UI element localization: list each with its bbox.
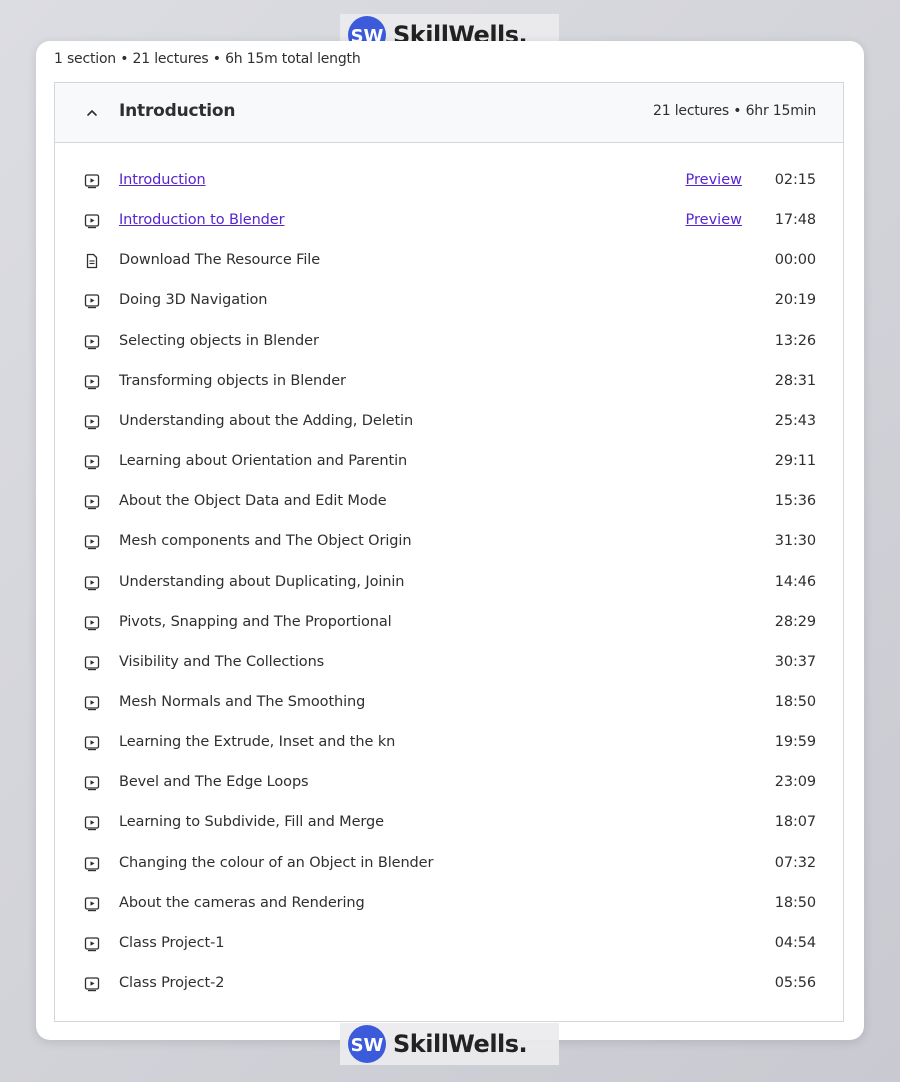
video-play-icon [84,575,100,591]
lecture-row: About the cameras and Rendering 18:50 [55,884,843,924]
lecture-row: Mesh components and The Object Origin 31:… [55,522,843,562]
section-header[interactable]: Introduction 21 lectures • 6hr 15min [55,83,843,143]
course-summary: 1 section • 21 lectures • 6h 15m total l… [54,51,361,67]
lecture-duration: 28:31 [774,372,816,389]
skillwells-logo: SW [348,1025,386,1063]
video-play-icon [84,213,100,229]
chevron-up-icon[interactable] [84,105,100,121]
lecture-duration: 14:46 [774,573,816,590]
lecture-title[interactable]: Introduction to Blender [119,212,285,228]
lecture-title: Download The Resource File [119,252,321,269]
lecture-row[interactable]: Introduction to Blender Preview 17:48 [55,201,843,241]
lecture-title: Selecting objects in Blender [119,332,319,349]
lecture-title: Class Project-2 [119,975,225,991]
lecture-duration: 18:50 [774,894,816,911]
video-play-icon [84,173,100,189]
lecture-title: Mesh components and The Object Origin [119,533,412,550]
lecture-duration: 18:07 [774,814,816,831]
lecture-title: Understanding about Duplicating, Joinin [119,573,405,590]
lecture-title: About the cameras and Rendering [119,894,365,911]
video-play-icon [84,735,100,751]
lecture-row: Understanding about the Adding, Deletin 2… [55,402,843,442]
lecture-duration: 07:32 [774,854,816,871]
video-play-icon [84,414,100,430]
lecture-duration: 19:59 [774,734,816,751]
video-play-icon [84,976,100,992]
lecture-duration: 00:00 [774,252,816,269]
lecture-row: Changing the colour of an Object in Blen… [55,844,843,884]
lecture-title: Mesh Normals and The Smoothing [119,693,366,710]
video-play-icon [84,655,100,671]
lecture-duration: 23:09 [774,774,816,791]
lecture-title: Visibility and The Collections [119,653,325,670]
section-meta: 21 lectures • 6hr 15min [653,103,816,119]
lecture-duration: 31:30 [774,533,816,550]
lecture-title: Changing the colour of an Object in Blen… [119,854,434,871]
lecture-title: About the Object Data and Edit Mode [119,493,387,510]
lecture-title: Learning the Extrude, Inset and the kn [119,734,396,751]
video-play-icon [84,856,100,872]
lecture-duration: 30:37 [774,653,816,670]
video-play-icon [84,896,100,912]
video-play-icon [84,494,100,510]
lecture-duration: 15:36 [774,493,816,510]
video-play-icon [84,936,100,952]
watermark-bottom: SW SkillWells. [340,1023,559,1065]
video-play-icon [84,374,100,390]
lecture-row: Doing 3D Navigation 20:19 [55,281,843,321]
file-icon [84,253,100,269]
lecture-title: Bevel and The Edge Loops [119,774,309,791]
video-play-icon [84,695,100,711]
lecture-row: Learning to Subdivide, Fill and Merge 18:… [55,803,843,843]
watermark-text: SkillWells. [393,1030,528,1058]
lecture-title: Learning about Orientation and Parentin [119,453,408,470]
lecture-duration: 04:54 [774,934,816,951]
lecture-title: Learning to Subdivide, Fill and Merge [119,814,384,831]
course-content-card: 1 section • 21 lectures • 6h 15m total l… [36,41,864,1040]
lecture-row: Understanding about Duplicating, Joinin 1… [55,563,843,603]
lecture-duration: 25:43 [774,412,816,429]
lecture-duration: 20:19 [774,292,816,309]
lecture-row: Transforming objects in Blender 28:31 [55,362,843,402]
lecture-row: Bevel and The Edge Loops 23:09 [55,763,843,803]
lecture-row: Mesh Normals and The Smoothing 18:50 [55,683,843,723]
lecture-row: About the Object Data and Edit Mode 15:36 [55,482,843,522]
video-play-icon [84,615,100,631]
lecture-title[interactable]: Introduction [119,172,206,188]
lecture-duration: 29:11 [774,453,816,470]
lecture-row: Learning the Extrude, Inset and the kn 19… [55,723,843,763]
lecture-title: Pivots, Snapping and The Proportional [119,613,392,630]
video-play-icon [84,534,100,550]
lecture-row: Learning about Orientation and Parentin 2… [55,442,843,482]
lecture-row: Class Project-2 05:56 [55,964,843,1004]
lecture-row: Pivots, Snapping and The Proportional 28:… [55,603,843,643]
section-title[interactable]: Introduction [119,101,236,121]
lecture-row: Class Project-1 04:54 [55,924,843,964]
lecture-duration: 28:29 [774,613,816,630]
video-play-icon [84,334,100,350]
lecture-duration: 02:15 [774,172,816,188]
lecture-duration: 13:26 [774,332,816,349]
lecture-row: Download The Resource File 00:00 [55,241,843,281]
lecture-row: Selecting objects in Blender 13:26 [55,322,843,362]
lecture-row[interactable]: Introduction Preview 02:15 [55,161,843,201]
video-play-icon [84,775,100,791]
lecture-title: Class Project-1 [119,934,225,951]
video-play-icon [84,454,100,470]
lecture-row: Visibility and The Collections 30:37 [55,643,843,683]
preview-link[interactable]: Preview [686,172,742,188]
svg-text:SW: SW [351,1035,384,1056]
lecture-title: Transforming objects in Blender [119,372,346,389]
video-play-icon [84,815,100,831]
section-panel: Introduction 21 lectures • 6hr 15min Int… [54,82,844,1022]
lecture-title: Understanding about the Adding, Deletin [119,412,414,429]
lecture-duration: 18:50 [774,693,816,710]
lecture-title: Doing 3D Navigation [119,292,268,309]
preview-link[interactable]: Preview [686,212,742,228]
video-play-icon [84,293,100,309]
lecture-duration: 05:56 [774,975,816,991]
lecture-duration: 17:48 [774,212,816,229]
